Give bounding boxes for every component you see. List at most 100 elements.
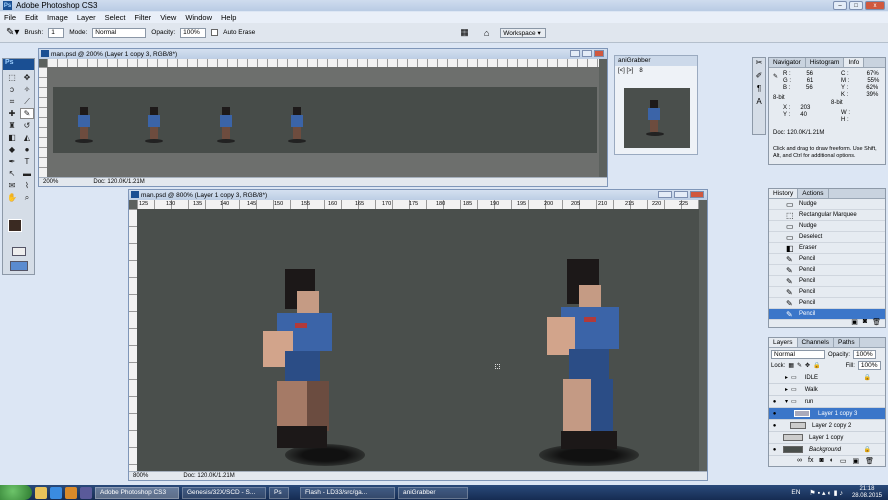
taskbar-ps[interactable]: Ps: [269, 486, 289, 499]
dodge-tool-icon[interactable]: ●: [20, 144, 34, 155]
history-item[interactable]: ✎ Pencil: [769, 287, 885, 298]
character-icon[interactable]: A: [753, 97, 765, 106]
brushes-icon[interactable]: ✐: [753, 71, 765, 80]
language-indicator[interactable]: EN: [791, 489, 800, 496]
tab-navigator[interactable]: Navigator: [769, 58, 806, 67]
crop-tool-icon[interactable]: ⌗: [5, 96, 19, 107]
tab-layers[interactable]: Layers: [769, 338, 798, 347]
app-icon[interactable]: [80, 486, 92, 499]
layer-group-row[interactable]: ▸ ▭ IDLE 🔒: [769, 372, 885, 384]
quick-mask-icon[interactable]: [12, 247, 26, 256]
lock-pixels-icon[interactable]: ✎: [797, 362, 802, 369]
browser-icon[interactable]: [50, 486, 62, 499]
eye-icon[interactable]: ●: [769, 399, 780, 405]
paint-bucket-icon[interactable]: ◭: [20, 132, 34, 143]
healing-brush-icon[interactable]: ✚: [5, 108, 19, 119]
zoom-level[interactable]: 200%: [43, 179, 58, 185]
menu-file[interactable]: File: [4, 13, 16, 22]
doc-maximize-button[interactable]: [674, 191, 688, 198]
tab-paths[interactable]: Paths: [834, 338, 860, 347]
pen-tool-icon[interactable]: ✒: [5, 156, 19, 167]
menu-help[interactable]: Help: [221, 13, 236, 22]
blur-tool-icon[interactable]: ◆: [5, 144, 19, 155]
history-item[interactable]: ▭ Deselect: [769, 232, 885, 243]
path-select-icon[interactable]: ↖: [5, 168, 19, 179]
eye-icon[interactable]: ●: [769, 423, 780, 429]
trash-icon[interactable]: 🗑: [872, 318, 881, 326]
eye-icon[interactable]: ●: [769, 447, 780, 453]
opacity-field[interactable]: 100%: [180, 27, 207, 38]
paragraph-icon[interactable]: ¶: [753, 84, 765, 93]
history-item[interactable]: ⬚ Rectangular Marquee: [769, 210, 885, 221]
tool-preset-icon[interactable]: ⌂: [484, 28, 489, 38]
taskbar-anigrabber[interactable]: aniGrabber: [398, 486, 468, 499]
mode-select[interactable]: Normal: [92, 27, 147, 38]
menu-image[interactable]: Image: [47, 13, 68, 22]
document-window-large[interactable]: man.psd @ 800% (Layer 1 copy 3, RGB/8*) …: [128, 189, 708, 481]
history-item[interactable]: ✎ Pencil: [769, 265, 885, 276]
taskbar-flash[interactable]: Flash - LD33/src/ga...: [300, 486, 395, 499]
canvas-area[interactable]: [47, 67, 599, 177]
tab-info[interactable]: Info: [844, 58, 865, 67]
anigrabber-window[interactable]: aniGrabber [<] [>] 8: [614, 55, 698, 155]
slice-tool-icon[interactable]: ⟋: [20, 96, 34, 107]
layer-row-selected[interactable]: ● Layer 1 copy 3: [769, 408, 885, 420]
tool-presets-icon[interactable]: ✂: [753, 58, 765, 67]
lock-all-icon[interactable]: 🔒: [813, 362, 820, 369]
history-item[interactable]: ▭ Nudge: [769, 221, 885, 232]
history-item[interactable]: ▭ Nudge: [769, 199, 885, 210]
layer-opacity-field[interactable]: 100%: [853, 350, 876, 359]
shape-tool-icon[interactable]: ▬: [20, 168, 34, 179]
history-item[interactable]: ✎ Pencil: [769, 276, 885, 287]
clone-stamp-icon[interactable]: ♜: [5, 120, 19, 131]
trash-icon[interactable]: 🗑: [865, 457, 874, 465]
canvas-area[interactable]: [137, 209, 699, 471]
layer-row[interactable]: ● Layer 2 copy 2: [769, 420, 885, 432]
menu-window[interactable]: Window: [185, 13, 212, 22]
blend-mode-select[interactable]: Normal: [771, 350, 825, 359]
lock-transparency-icon[interactable]: ▦: [788, 362, 794, 369]
snapshot-icon[interactable]: ◙: [863, 318, 867, 326]
taskbar-browser[interactable]: Genesis/32X/SCD - S...: [182, 486, 266, 499]
menu-filter[interactable]: Filter: [135, 13, 152, 22]
type-tool-icon[interactable]: T: [20, 156, 34, 167]
brush-size-field[interactable]: 1: [48, 27, 65, 38]
menu-edit[interactable]: Edit: [25, 13, 38, 22]
new-layer-icon[interactable]: ▣: [853, 457, 860, 465]
eye-icon[interactable]: ●: [769, 411, 780, 417]
tab-histogram[interactable]: Histogram: [806, 58, 845, 67]
new-document-from-state-icon[interactable]: ▣: [851, 318, 858, 326]
expand-arrow-icon[interactable]: ▸: [785, 374, 788, 381]
adjustment-layer-icon[interactable]: ◐: [830, 457, 834, 465]
expand-arrow-icon[interactable]: ▸: [785, 386, 788, 393]
frame-nav[interactable]: [<] [>]: [618, 68, 633, 74]
tab-channels[interactable]: Channels: [798, 338, 834, 347]
pencil-tool-icon[interactable]: ✎▾: [6, 27, 19, 38]
tray-icons[interactable]: ⚑ ▪ ▴ ◐ ▮ ♪: [809, 489, 843, 497]
eraser-tool-icon[interactable]: ◧: [5, 132, 19, 143]
zoom-tool-icon[interactable]: ⌕: [20, 192, 34, 203]
layer-group-row[interactable]: ▸ ▭ Walk: [769, 384, 885, 396]
lock-position-icon[interactable]: ✥: [805, 362, 810, 369]
taskbar-photoshop[interactable]: Adobe Photoshop CS3: [95, 486, 179, 499]
auto-erase-checkbox[interactable]: [211, 29, 219, 36]
document-window-small[interactable]: man.psd @ 200% (Layer 1 copy 3, RGB/8*) …: [38, 48, 608, 187]
layer-row[interactable]: Layer 1 copy: [769, 432, 885, 444]
history-item[interactable]: ✎ Pencil: [769, 298, 885, 309]
tab-actions[interactable]: Actions: [798, 189, 829, 198]
layer-row[interactable]: ● Background 🔒: [769, 444, 885, 456]
doc-close-button[interactable]: [594, 50, 604, 57]
pencil-tool-icon[interactable]: ✎: [20, 108, 34, 119]
menu-select[interactable]: Select: [105, 13, 126, 22]
fill-field[interactable]: 100%: [857, 361, 881, 370]
hand-tool-icon[interactable]: ✋: [5, 192, 19, 203]
history-item[interactable]: ✎ Pencil: [769, 254, 885, 265]
menu-view[interactable]: View: [160, 13, 176, 22]
tab-history[interactable]: History: [769, 189, 799, 198]
maximize-button[interactable]: □: [849, 1, 863, 10]
explorer-icon[interactable]: [35, 486, 47, 499]
history-brush-icon[interactable]: ↺: [20, 120, 34, 131]
marquee-tool-icon[interactable]: ⬚: [5, 72, 19, 83]
doc-close-button[interactable]: [690, 191, 704, 198]
brushes-palette-icon[interactable]: ▦: [460, 27, 469, 38]
